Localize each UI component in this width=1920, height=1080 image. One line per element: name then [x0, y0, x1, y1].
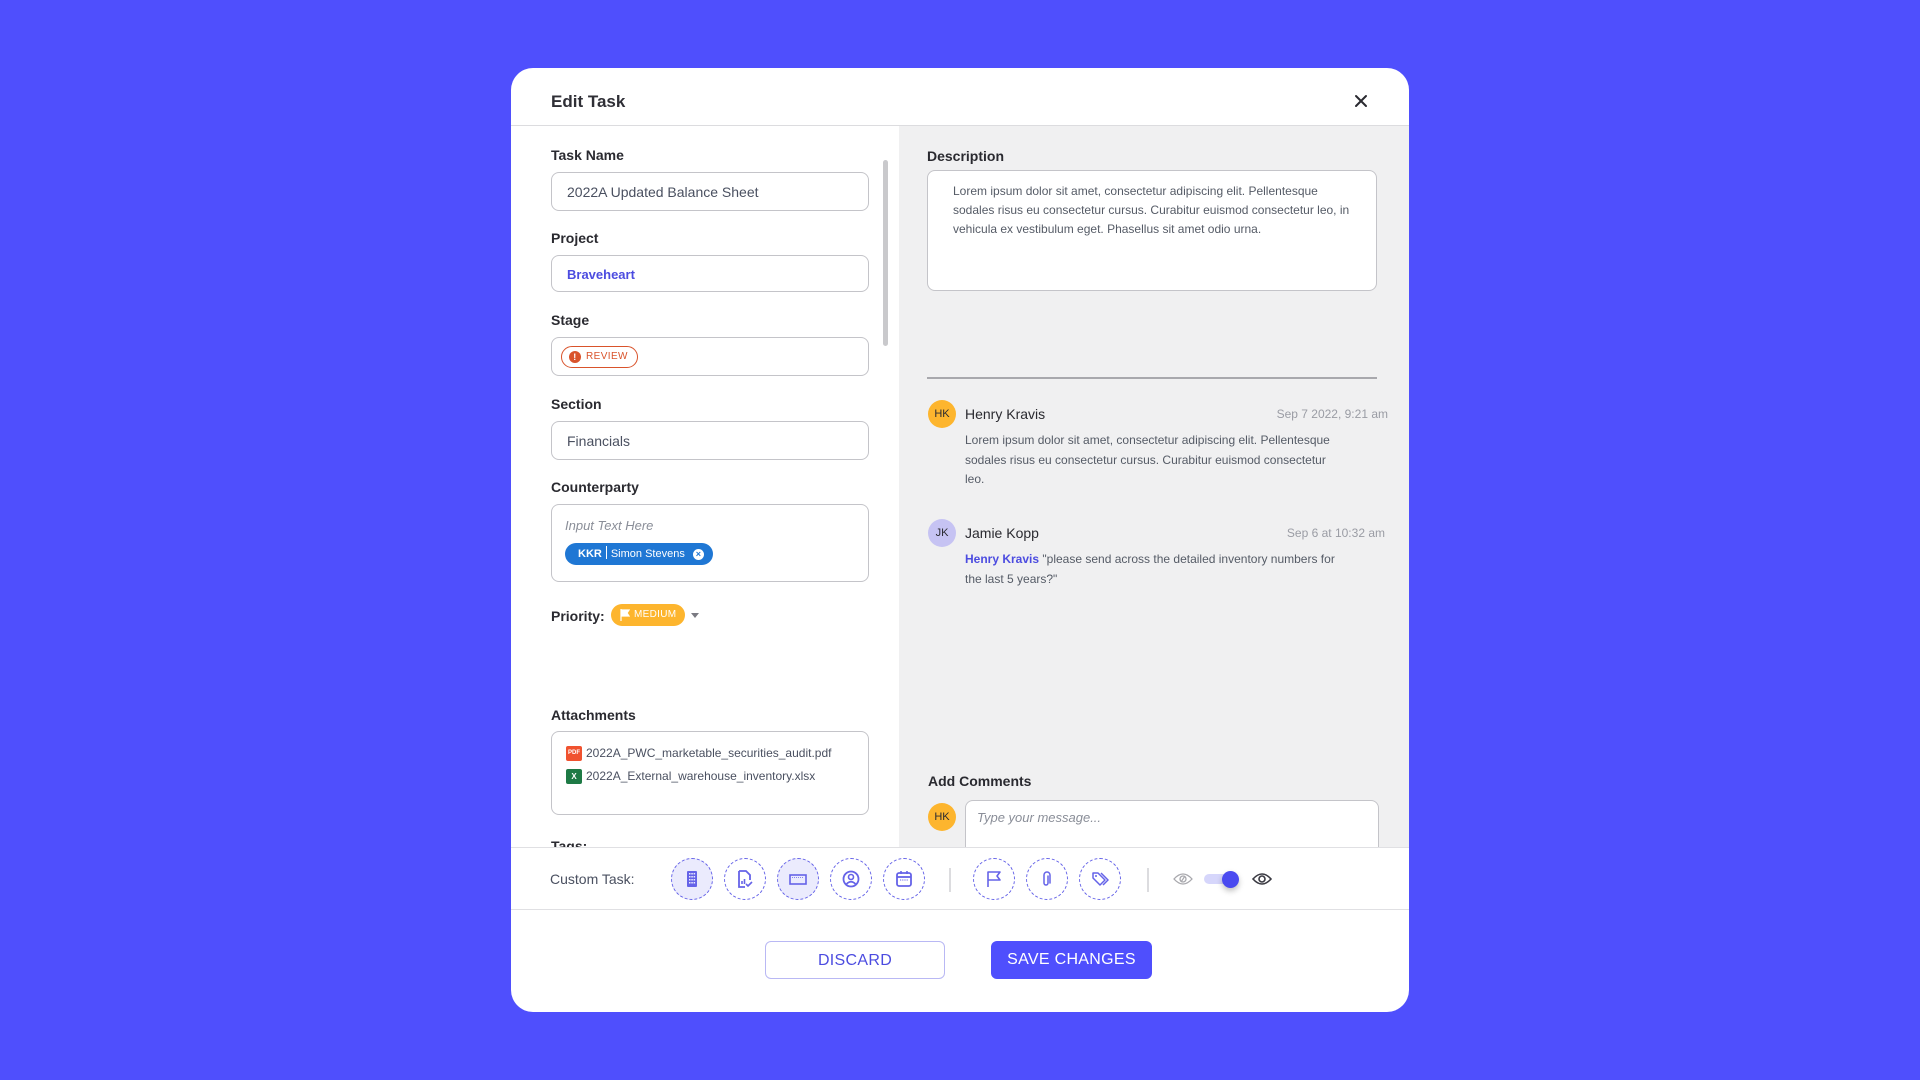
- stage-input[interactable]: ! REVIEW: [551, 337, 869, 376]
- comment-body: Lorem ipsum dolor sit amet, consectetur …: [965, 433, 1330, 486]
- task-name-input[interactable]: 2022A Updated Balance Sheet: [551, 172, 869, 211]
- section-label: Section: [551, 396, 602, 412]
- discard-button[interactable]: DISCARD: [765, 941, 945, 979]
- comment-author: Jamie Kopp: [965, 525, 1039, 541]
- priority-dropdown-caret[interactable]: [691, 613, 699, 618]
- project-value: Braveheart: [567, 267, 635, 282]
- card-icon: [789, 874, 807, 885]
- attach-button[interactable]: [1026, 858, 1068, 900]
- calendar-button[interactable]: [883, 858, 925, 900]
- priority-badge[interactable]: MEDIUM: [611, 604, 686, 626]
- description-textarea[interactable]: Lorem ipsum dolor sit amet, consectetur …: [927, 170, 1377, 291]
- counterparty-label: Counterparty: [551, 479, 639, 495]
- flag-icon: [620, 609, 630, 621]
- card-button[interactable]: [777, 858, 819, 900]
- flag-button[interactable]: [973, 858, 1015, 900]
- task-name-value: 2022A Updated Balance Sheet: [567, 184, 759, 200]
- tags-label: Tags:: [551, 838, 588, 847]
- priority-value: MEDIUM: [634, 609, 677, 620]
- task-form: Task Name 2022A Updated Balance Sheet Pr…: [511, 126, 899, 847]
- report-check-icon: [738, 870, 753, 888]
- custom-task-bar: Custom Task:: [511, 847, 1409, 910]
- save-changes-button[interactable]: SAVE CHANGES: [991, 941, 1152, 979]
- comments-divider: [927, 377, 1377, 379]
- mention-link[interactable]: Henry Kravis: [965, 552, 1039, 566]
- counterparty-chip[interactable]: KKR Simon Stevens ×: [565, 543, 713, 565]
- modal-title: Edit Task: [551, 92, 626, 111]
- attachments-label: Attachments: [551, 707, 636, 723]
- comment-author: Henry Kravis: [965, 406, 1046, 422]
- attachments-box: PDF 2022A_PWC_marketable_securities_audi…: [551, 731, 869, 815]
- toolbar-divider: [1147, 868, 1149, 892]
- add-comments-label: Add Comments: [928, 773, 1032, 789]
- chip-person: Simon Stevens: [610, 548, 685, 560]
- calendar-icon: [896, 871, 912, 887]
- paperclip-icon: [1043, 871, 1051, 886]
- close-icon: [1355, 95, 1367, 107]
- close-button[interactable]: [1353, 93, 1369, 109]
- pdf-file-icon: PDF: [566, 746, 582, 761]
- comment-timestamp: Sep 7 2022, 9:21 am: [1276, 407, 1388, 421]
- custom-task-label: Custom Task:: [550, 871, 635, 887]
- description-label: Description: [927, 148, 1005, 164]
- building-button[interactable]: [671, 858, 713, 900]
- remove-chip-icon[interactable]: ×: [692, 549, 704, 560]
- stage-badge[interactable]: ! REVIEW: [561, 346, 638, 368]
- user-circle-icon: [842, 870, 860, 888]
- avatar: JK: [928, 519, 956, 547]
- comment-timestamp: Sep 6 at 10:32 am: [1286, 526, 1385, 540]
- stage-label: Stage: [551, 312, 590, 328]
- eye-icon: [1252, 873, 1272, 885]
- flag-icon: [987, 871, 1001, 887]
- attachment-name: 2022A_PWC_marketable_securities_audit.pd…: [586, 746, 832, 760]
- counterparty-input[interactable]: Input Text Here KKR Simon Stevens ×: [551, 504, 869, 582]
- project-label: Project: [551, 230, 599, 246]
- attachment-item[interactable]: PDF 2022A_PWC_marketable_securities_audi…: [566, 746, 832, 761]
- excel-file-icon: X: [566, 769, 582, 784]
- comment-body: Henry Kravis "please send across the det…: [965, 550, 1345, 589]
- counterparty-placeholder: Input Text Here: [565, 518, 654, 533]
- report-button[interactable]: [724, 858, 766, 900]
- eye-off-icon: [1173, 873, 1193, 885]
- section-value: Financials: [567, 433, 631, 449]
- user-button[interactable]: [830, 858, 872, 900]
- project-input[interactable]: Braveheart: [551, 255, 869, 292]
- stage-value: REVIEW: [586, 351, 628, 362]
- edit-task-modal: Edit Task Task Name 2022A Updated Balanc…: [511, 68, 1409, 1012]
- building-icon: [687, 871, 697, 887]
- visibility-toggle-knob[interactable]: [1222, 871, 1239, 888]
- attachment-name: 2022A_External_warehouse_inventory.xlsx: [586, 769, 816, 783]
- alert-circle-icon: !: [569, 351, 581, 363]
- current-user-avatar: HK: [928, 803, 956, 831]
- chip-org: KKR: [578, 548, 602, 560]
- priority-label: Priority:: [551, 608, 605, 624]
- chip-separator: [605, 546, 607, 559]
- form-scrollbar[interactable]: [883, 160, 888, 346]
- tags-button[interactable]: [1079, 858, 1121, 900]
- avatar: HK: [928, 400, 956, 428]
- task-name-label: Task Name: [551, 147, 624, 163]
- attachment-item[interactable]: X 2022A_External_warehouse_inventory.xls…: [566, 769, 816, 784]
- details-pane: Description Lorem ipsum dolor sit amet, …: [899, 126, 1409, 880]
- toolbar-divider: [949, 868, 951, 892]
- tags-icon: [1092, 872, 1109, 886]
- section-input[interactable]: Financials: [551, 421, 869, 460]
- comment-placeholder: Type your message...: [977, 810, 1102, 825]
- modal-header: Edit Task: [511, 68, 1409, 126]
